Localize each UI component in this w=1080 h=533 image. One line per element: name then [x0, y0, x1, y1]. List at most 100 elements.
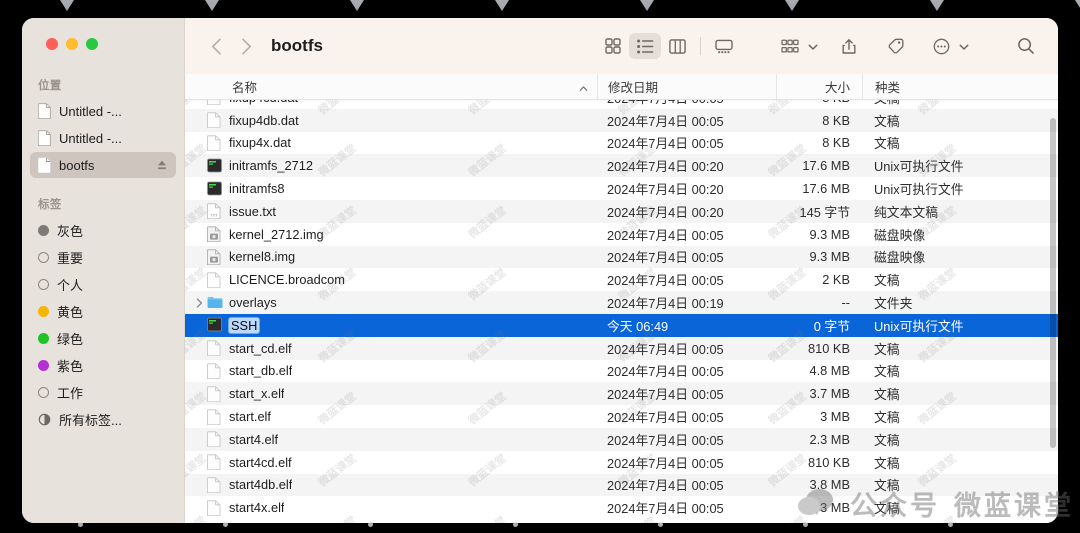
sidebar-tag-label: 紫色 — [57, 358, 84, 374]
table-row[interactable]: fixup4db.dat 2024年7月4日 00:05 8 KB 文稿 — [185, 108, 1058, 132]
close-button[interactable] — [46, 38, 58, 50]
sidebar-tag-personal[interactable]: 个人 — [30, 271, 176, 297]
file-kind-cell: 文稿 — [874, 364, 900, 380]
file-name-cell: overlays — [185, 295, 597, 311]
table-row[interactable]: TXT issue.txt 2024年7月4日 00:20 145 字节 纯文本文稿 — [185, 199, 1058, 223]
tag-color-dot — [38, 359, 49, 371]
dock-dot — [948, 522, 953, 527]
sidebar-tag-purple[interactable]: 紫色 — [30, 352, 176, 378]
chevron-down-icon[interactable] — [807, 40, 819, 52]
table-row[interactable]: SSH 今天 06:49 0 字节 Unix可执行文件 — [185, 313, 1058, 337]
back-button[interactable] — [201, 32, 231, 60]
file-name-label: kernel8.img — [229, 249, 296, 265]
tag-icon[interactable] — [879, 33, 911, 59]
table-row[interactable]: start4cd.elf 2024年7月4日 00:05 810 KB 文稿 — [185, 451, 1058, 474]
tag-color-dot — [38, 224, 49, 236]
table-row[interactable]: kernel8.img 2024年7月4日 00:05 9.3 MB 磁盘映像 — [185, 245, 1058, 269]
chevron-down-icon[interactable] — [958, 40, 970, 52]
table-row[interactable]: start_cd.elf 2024年7月4日 00:05 810 KB 文稿 — [185, 336, 1058, 360]
dock-marker — [930, 0, 944, 11]
file-name-label: start_cd.elf — [229, 340, 292, 356]
column-header: 名称 修改日期 大小 种类 — [185, 74, 1058, 100]
file-name-label: initramfs8 — [229, 181, 285, 197]
dock-marker — [205, 0, 219, 11]
file-name-label: start_db.elf — [229, 363, 293, 379]
file-kind-cell: 文稿 — [874, 387, 900, 403]
list-view-icon[interactable] — [629, 33, 661, 59]
column-header-name[interactable]: 名称 — [185, 74, 597, 99]
table-row[interactable]: start.elf 2024年7月4日 00:05 3 MB 文稿 — [185, 405, 1058, 428]
table-row[interactable]: fixup4x.dat 2024年7月4日 00:05 8 KB 文稿 — [185, 132, 1058, 155]
page-title: bootfs — [271, 36, 323, 55]
forward-button[interactable] — [231, 32, 261, 60]
file-date-cell: 2024年7月4日 00:05 — [607, 501, 724, 517]
share-icon[interactable] — [833, 33, 865, 59]
file-kind-cell: 文稿 — [862, 100, 1058, 107]
sidebar-tag-green[interactable]: 绿色 — [30, 325, 176, 351]
file-kind-cell: Unix可执行文件 — [874, 182, 964, 198]
document-icon — [207, 408, 222, 425]
dock-marker — [640, 0, 654, 11]
terminal-icon — [207, 317, 222, 333]
sidebar-tag-yellow[interactable]: 黄色 — [30, 298, 176, 324]
file-name-cell: initramfs_2712 — [185, 158, 597, 174]
maximize-button[interactable] — [86, 38, 98, 50]
column-header-date[interactable]: 修改日期 — [597, 74, 776, 99]
sidebar-tag-gray[interactable]: 灰色 — [30, 217, 176, 243]
gallery-view-icon[interactable] — [708, 33, 740, 59]
table-row[interactable]: overlays 2024年7月4日 00:19 -- 文件夹 — [185, 291, 1058, 314]
sidebar-item-untitled-2[interactable]: Untitled -... — [30, 125, 176, 151]
file-size-cell: 3 MB — [820, 409, 850, 425]
sidebar-tag-work[interactable]: 工作 — [30, 379, 176, 405]
column-header-size[interactable]: 大小 — [776, 74, 862, 99]
table-row[interactable]: start4.elf 2024年7月4日 00:05 2.3 MB 文稿 — [185, 427, 1058, 451]
file-kind-cell: Unix可执行文件 — [874, 159, 964, 175]
file-name-label: LICENCE.broadcom — [229, 272, 345, 288]
sidebar-tag-important[interactable]: 重要 — [30, 244, 176, 270]
table-row[interactable]: fixup4cd.dat 2024年7月4日 00:058 KB文稿 — [185, 100, 1058, 109]
file-name-cell: initramfs8 — [185, 181, 597, 197]
all-tags-icon — [38, 413, 51, 426]
file-kind-cell: 文稿 — [874, 273, 900, 289]
table-row[interactable]: initramfs_2712 2024年7月4日 00:20 17.6 MB Unix… — [185, 154, 1058, 178]
table-row[interactable]: LICENCE.broadcom 2024年7月4日 00:05 2 KB 文稿 — [185, 268, 1058, 291]
eject-icon[interactable] — [156, 159, 168, 171]
sidebar-tag-label: 重要 — [57, 250, 84, 266]
file-date-cell: 2024年7月4日 00:19 — [607, 296, 724, 312]
table-row[interactable]: start4db.elf 2024年7月4日 00:05 3.8 MB 文稿 — [185, 473, 1058, 497]
chevron-right-icon[interactable] — [193, 297, 206, 308]
sidebar-item-untitled-1[interactable]: Untitled -... — [30, 98, 176, 124]
group-by-icon[interactable] — [774, 33, 806, 59]
file-name-edit-field[interactable]: SSH — [229, 317, 260, 333]
tag-color-dot — [38, 278, 49, 290]
table-row[interactable]: start_x.elf 2024年7月4日 00:05 3.7 MB 文稿 — [185, 382, 1058, 406]
more-options-icon[interactable] — [925, 33, 957, 59]
dock-marker — [350, 0, 364, 11]
file-date-cell: 2024年7月4日 00:05 — [607, 364, 724, 380]
table-row[interactable]: start_db.elf 2024年7月4日 00:05 4.8 MB 文稿 — [185, 360, 1058, 383]
file-list[interactable]: 微蓝课堂 微蓝课堂 微蓝课堂 微蓝课堂 微蓝课堂 微蓝课堂 微蓝课堂 微蓝课堂 微蓝课堂 微蓝课堂… — [185, 100, 1058, 523]
document-icon — [207, 431, 222, 448]
file-name-label: fixup4cd.dat — [229, 100, 298, 105]
table-row[interactable]: kernel_2712.img 2024年7月4日 00:05 9.3 MB 磁盘映像 — [185, 223, 1058, 246]
file-name-label: fixup4x.dat — [229, 135, 291, 151]
table-row[interactable]: start4x.elf 2024年7月4日 00:05 3 MB 文稿 — [185, 496, 1058, 519]
minimize-button[interactable] — [66, 38, 78, 50]
file-kind-cell: 文稿 — [874, 501, 900, 517]
column-view-icon[interactable] — [661, 33, 693, 59]
sidebar-tag-all-tags[interactable]: 所有标签... — [30, 406, 176, 432]
toolbar-divider — [700, 37, 701, 55]
vertical-scrollbar[interactable] — [1050, 118, 1056, 448]
dock-marker — [785, 0, 799, 11]
grid-view-icon[interactable] — [597, 33, 629, 59]
dock-dot — [513, 522, 518, 527]
document-icon — [207, 477, 222, 494]
column-header-kind[interactable]: 种类 — [862, 74, 1058, 99]
file-rows: fixup4cd.dat2024年7月4日 00:058 KB文稿fixup4d… — [185, 100, 1058, 519]
table-row[interactable]: initramfs8 2024年7月4日 00:20 17.6 MB Unix可执行文… — [185, 177, 1058, 200]
search-icon[interactable] — [1010, 33, 1042, 59]
tag-color-dot — [38, 251, 49, 263]
file-date-cell: 2024年7月4日 00:05 — [607, 410, 724, 426]
dock-dot — [78, 522, 83, 527]
sidebar-item-bootfs[interactable]: bootfs — [30, 152, 176, 178]
